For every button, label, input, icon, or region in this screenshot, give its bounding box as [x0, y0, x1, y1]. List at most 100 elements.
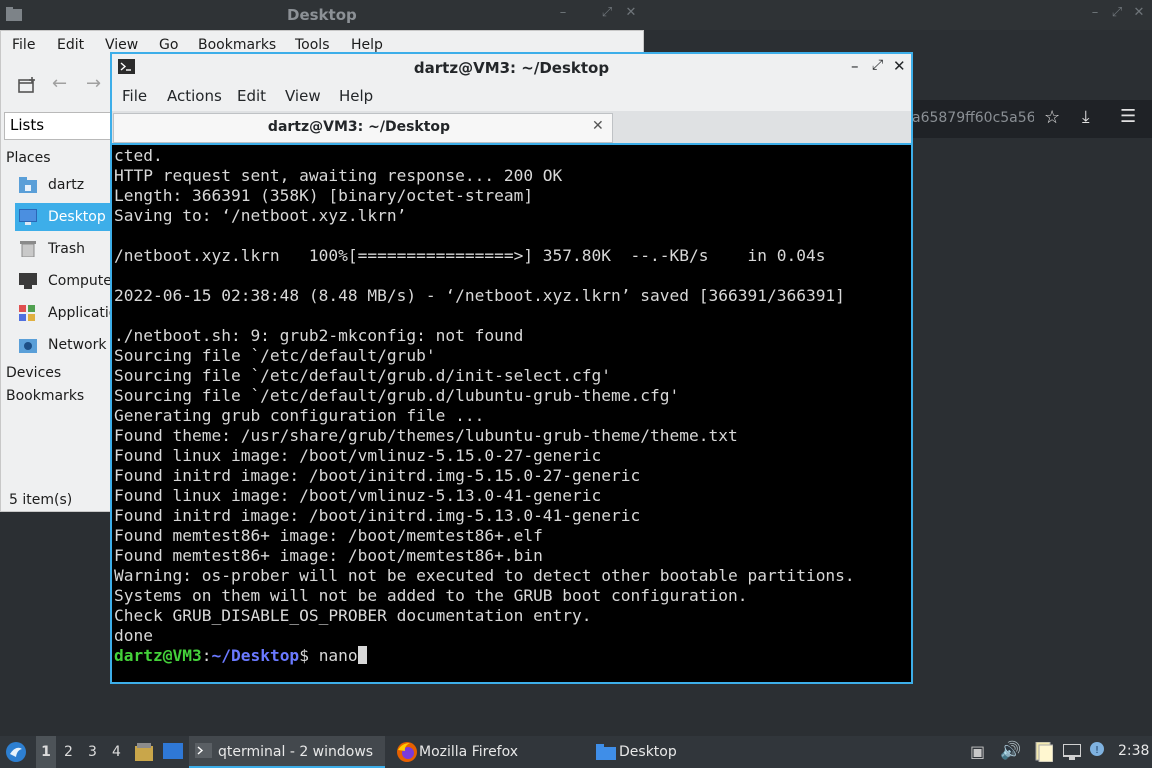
computer-icon: [19, 273, 37, 289]
tab-close-icon[interactable]: ✕: [592, 118, 604, 134]
terminal-line: /netboot.xyz.lkrn 100%[================>…: [114, 246, 826, 265]
menu-tools[interactable]: Tools: [295, 37, 330, 53]
restore-icon[interactable]: ⤢: [1110, 6, 1124, 20]
menu-help[interactable]: Help: [339, 87, 373, 105]
update-notifier-icon[interactable]: !: [1089, 741, 1105, 757]
svg-text:!: !: [1095, 745, 1099, 756]
folder-icon: [6, 7, 22, 21]
devices-header[interactable]: Devices: [6, 365, 61, 381]
prompt-line[interactable]: dartz@VM3:~/Desktop$ nano: [114, 646, 855, 666]
trash-icon: [20, 241, 36, 257]
taskbar: 1 2 3 4 qterminal - 2 windows Mozilla Fi…: [0, 736, 1152, 768]
firefox-icon: [397, 742, 417, 762]
menu-edit[interactable]: Edit: [57, 37, 84, 53]
terminal-menu-bar: File Actions Edit View Help: [112, 81, 911, 111]
places-item-trash[interactable]: Trash: [15, 235, 111, 263]
menu-go[interactable]: Go: [159, 37, 178, 53]
terminal-line: Sourcing file `/etc/default/grub': [114, 346, 436, 365]
workspace-1[interactable]: 1: [36, 736, 56, 768]
menu-bookmarks[interactable]: Bookmarks: [198, 37, 276, 53]
prompt-symbol: $: [299, 646, 319, 665]
status-bar-text: 5 item(s): [9, 492, 73, 508]
menu-file[interactable]: File: [12, 37, 35, 53]
places-item-dartz[interactable]: dartz: [15, 171, 111, 199]
background-window-titlebar: Desktop – ⤢ ✕ – ⤢ ✕: [0, 0, 1152, 30]
bookmark-star-icon[interactable]: ☆: [1044, 107, 1060, 128]
download-icon[interactable]: ⤓: [1082, 107, 1090, 127]
show-desktop-icon[interactable]: [163, 743, 183, 761]
places-item-computer[interactable]: Computer: [15, 267, 111, 295]
terminal-window: dartz@VM3: ~/Desktop – ⤢ ✕ File Actions …: [110, 52, 913, 684]
minimize-icon[interactable]: –: [1088, 6, 1102, 20]
task-firefox[interactable]: Mozilla Firefox: [392, 736, 588, 768]
places-item-label: Network: [48, 337, 107, 353]
terminal-line: HTTP request sent, awaiting response... …: [114, 166, 563, 185]
terminal-line: cted.: [114, 146, 163, 165]
menu-view[interactable]: View: [105, 37, 138, 53]
network-status-icon[interactable]: [1063, 744, 1081, 760]
volume-icon[interactable]: 🔊: [1000, 741, 1021, 761]
close-icon[interactable]: ✕: [893, 57, 906, 75]
new-tab-icon[interactable]: [18, 77, 36, 93]
terminal-line: Systems on them will not be added to the…: [114, 586, 748, 605]
terminal-line: Found memtest86+ image: /boot/memtest86+…: [114, 546, 543, 565]
firefox-toolbar: a65879ff60c5a56 ☆ ⤓ ☰: [912, 100, 1152, 138]
workspace-2[interactable]: 2: [64, 744, 73, 760]
places-item-label: Desktop: [48, 209, 106, 225]
places-header: Places: [6, 150, 51, 166]
places-item-label: dartz: [48, 177, 85, 193]
notes-icon[interactable]: [1035, 742, 1053, 762]
home-folder-icon: [19, 177, 37, 193]
url-bar-text[interactable]: a65879ff60c5a56: [912, 110, 1034, 126]
clock[interactable]: 2:38: [1118, 743, 1149, 759]
desktop-icon: [19, 209, 37, 225]
menu-file[interactable]: File: [122, 87, 147, 105]
terminal-line: Saving to: ‘/netboot.xyz.lkrn’: [114, 206, 407, 225]
bookmarks-header[interactable]: Bookmarks: [6, 388, 84, 404]
file-manager-launcher-icon[interactable]: [135, 743, 153, 761]
minimize-icon[interactable]: –: [851, 57, 859, 75]
places-item-desktop[interactable]: Desktop: [15, 203, 111, 231]
maximize-icon[interactable]: ⤢: [872, 57, 883, 73]
close-icon[interactable]: ✕: [624, 6, 638, 20]
clipboard-icon[interactable]: ▣: [970, 742, 985, 761]
terminal-line: 2022-06-15 02:38:48 (8.48 MB/s) - ‘/netb…: [114, 286, 845, 305]
terminal-line: Found initrd image: /boot/initrd.img-5.1…: [114, 506, 641, 525]
side-pane-mode-select[interactable]: Lists: [4, 112, 113, 140]
window-title: dartz@VM3: ~/Desktop: [413, 59, 610, 77]
places-item-applications[interactable]: Applications: [15, 299, 111, 327]
terminal-line: ./netboot.sh: 9: grub2-mkconfig: not fou…: [114, 326, 524, 345]
restore-icon[interactable]: ⤢: [600, 6, 614, 20]
applications-icon: [19, 305, 35, 321]
terminal-line: Length: 366391 (358K) [binary/octet-stre…: [114, 186, 534, 205]
back-arrow-icon[interactable]: ←: [52, 73, 67, 94]
terminal-line: Sourcing file `/etc/default/grub.d/lubun…: [114, 386, 680, 405]
terminal-tab[interactable]: dartz@VM3: ~/Desktop ✕: [113, 113, 613, 143]
places-item-network[interactable]: Network: [15, 331, 111, 359]
menu-actions[interactable]: Actions: [167, 87, 222, 105]
terminal-line: done: [114, 626, 153, 645]
prompt-separator: :: [201, 646, 212, 665]
tab-title: dartz@VM3: ~/Desktop: [267, 119, 451, 135]
start-menu-icon[interactable]: [5, 741, 27, 763]
forward-arrow-icon[interactable]: →: [86, 73, 101, 94]
terminal-output[interactable]: cted. HTTP request sent, awaiting respons…: [112, 145, 911, 682]
task-qterminal[interactable]: qterminal - 2 windows: [189, 736, 385, 768]
terminal-line: Check GRUB_DISABLE_OS_PROBER documentati…: [114, 606, 592, 625]
close-icon[interactable]: ✕: [1132, 6, 1146, 20]
workspace-3[interactable]: 3: [88, 744, 97, 760]
menu-view[interactable]: View: [285, 87, 321, 105]
terminal-titlebar[interactable]: dartz@VM3: ~/Desktop – ⤢ ✕: [112, 54, 911, 81]
workspace-4[interactable]: 4: [112, 744, 121, 760]
terminal-line: Found linux image: /boot/vmlinuz-5.13.0-…: [114, 486, 602, 505]
menu-help[interactable]: Help: [351, 37, 383, 53]
terminal-line: Found memtest86+ image: /boot/memtest86+…: [114, 526, 543, 545]
side-pane-mode-label: Lists: [10, 116, 45, 134]
prompt-path: ~/Desktop: [211, 646, 300, 665]
minimize-icon[interactable]: –: [556, 6, 570, 20]
hamburger-menu-icon[interactable]: ☰: [1120, 106, 1136, 127]
task-desktop[interactable]: Desktop: [592, 736, 788, 768]
task-label: Mozilla Firefox: [419, 744, 519, 760]
menu-edit[interactable]: Edit: [237, 87, 266, 105]
